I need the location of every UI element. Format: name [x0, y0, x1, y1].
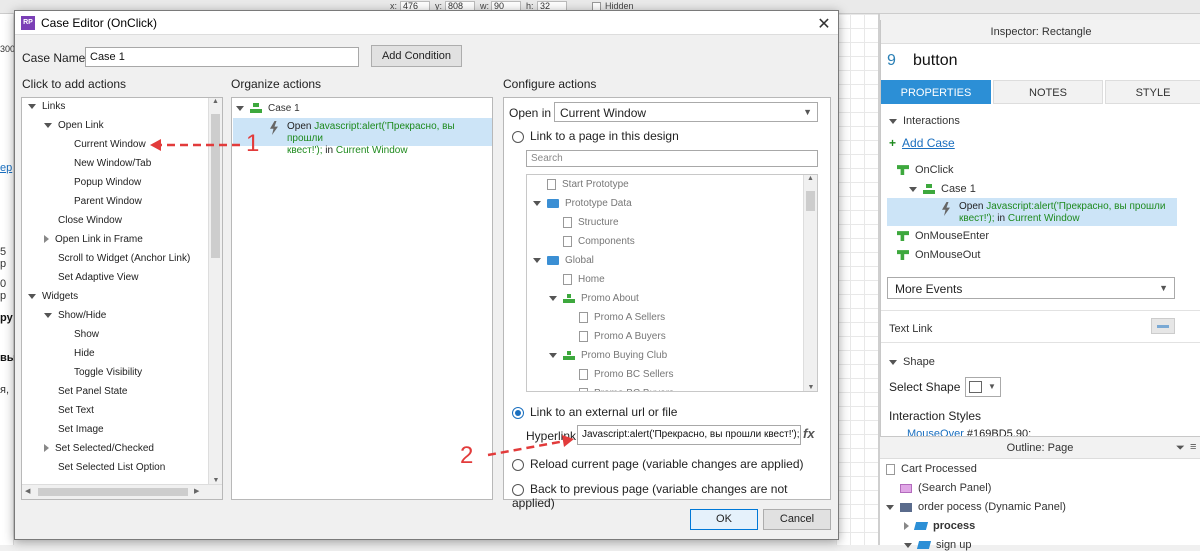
annotation-label-1: 1 [246, 130, 260, 157]
annotation-label-2: 2 [460, 442, 474, 469]
arrowhead-2 [562, 435, 574, 447]
arrowhead-1 [150, 139, 161, 151]
annotation-arrow-2 [487, 439, 566, 457]
annotation-arrows [150, 139, 574, 457]
